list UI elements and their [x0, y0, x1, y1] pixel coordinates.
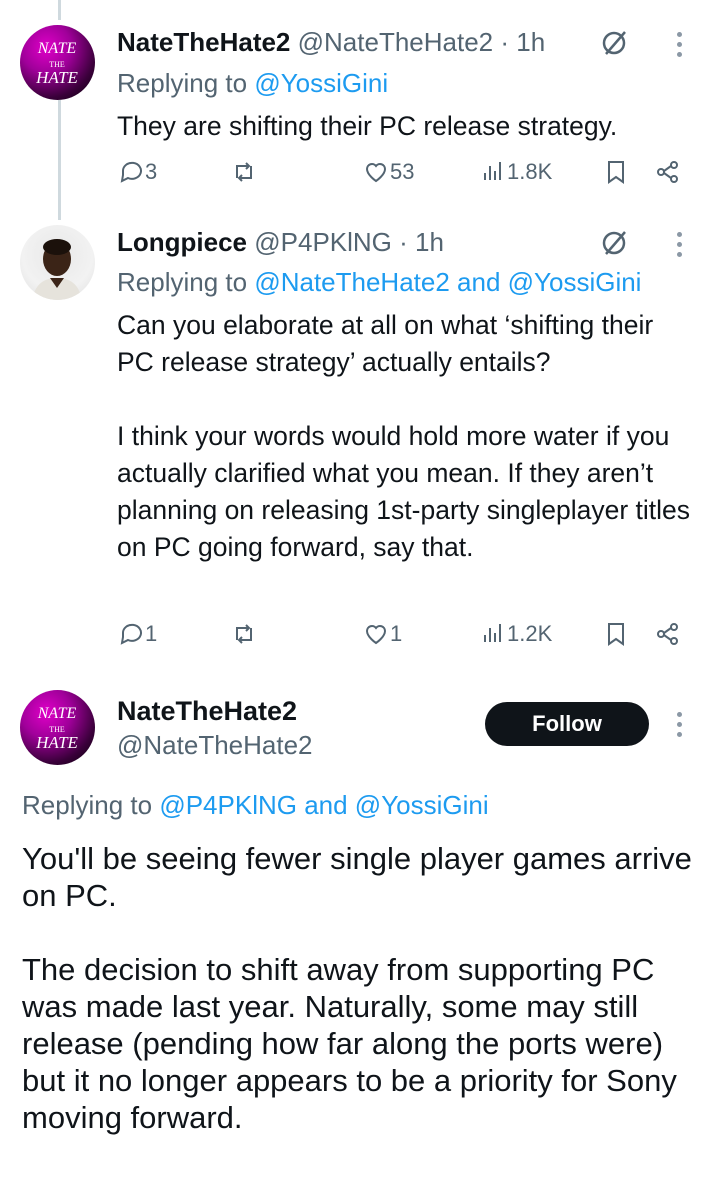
user-handle[interactable]: @NateTheHate2 [117, 730, 313, 761]
share-button[interactable] [654, 158, 682, 186]
avatar-logo-text-1: NATE [37, 40, 77, 57]
more-options-icon[interactable] [677, 232, 683, 258]
action-bar: 1 1 1.2K [117, 620, 697, 654]
like-count: 1 [390, 621, 403, 646]
tweet-text: Can you elaborate at all on what ‘shifti… [117, 310, 691, 562]
reply-count: 3 [145, 159, 158, 184]
replying-to: Replying to @NateTheHate2 and @YossiGini [117, 267, 641, 298]
views-icon [484, 162, 501, 180]
follow-button[interactable]: Follow [485, 702, 649, 746]
reply-button[interactable]: 3 [117, 158, 157, 186]
avatar-logo-text-3: HATE [35, 733, 78, 752]
tweet-header: NateTheHate2 @NateTheHate2 · 1h [117, 27, 545, 58]
share-button[interactable] [654, 620, 682, 648]
timestamp[interactable]: · 1h [500, 27, 545, 57]
bookmark-icon [608, 161, 624, 184]
share-icon [657, 161, 678, 183]
replying-to: Replying to @YossiGini [117, 68, 388, 99]
replying-to: Replying to @P4PKlNG and @YossiGini [22, 790, 489, 821]
more-options-icon[interactable] [677, 712, 683, 738]
repost-icon [236, 162, 252, 182]
repost-button[interactable] [230, 158, 258, 186]
user-handle[interactable]: @NateTheHate2 [298, 27, 494, 57]
replying-prefix: Replying to [117, 68, 255, 98]
views-count: 1.8K [507, 159, 553, 184]
bookmark-button[interactable] [602, 158, 630, 186]
repost-button[interactable] [230, 620, 258, 648]
heart-icon [365, 163, 387, 183]
bookmark-icon [608, 623, 624, 646]
reply-icon [120, 623, 142, 645]
reply-count: 1 [145, 621, 158, 646]
avatar[interactable]: NATE THE HATE [20, 25, 95, 100]
tweet-text: They are shifting their PC release strat… [117, 111, 618, 141]
avatar[interactable]: NATE THE HATE [20, 690, 95, 765]
reply-icon [120, 161, 142, 183]
reply-tweet-2[interactable]: Longpiece @P4PKlNG · 1h Replying to @Nat… [0, 210, 717, 670]
user-handle[interactable]: @P4PKlNG [254, 227, 392, 257]
more-options-icon[interactable] [677, 32, 683, 58]
grok-icon[interactable] [600, 228, 630, 258]
share-icon [657, 623, 678, 645]
replying-to-link[interactable]: @YossiGini [254, 68, 388, 98]
reply-tweet-1[interactable]: NATE THE HATE NateTheHate2 @NateTheHate2… [0, 0, 717, 210]
heart-icon [365, 625, 387, 645]
display-name[interactable]: Longpiece [117, 227, 247, 257]
action-bar: 3 53 1.8K [117, 158, 697, 192]
display-name[interactable]: NateTheHate2 [117, 27, 290, 57]
reply-button[interactable]: 1 [117, 620, 157, 648]
tweet-text: You'll be seeing fewer single player gam… [22, 841, 692, 1135]
avatar-logo-text-1: NATE [37, 705, 77, 722]
replying-to-link[interactable]: @NateTheHate2 and @YossiGini [254, 267, 641, 297]
replying-prefix: Replying to [117, 267, 255, 297]
tweet-header: Longpiece @P4PKlNG · 1h [117, 227, 444, 258]
display-name[interactable]: NateTheHate2 [117, 696, 297, 727]
views-icon [484, 624, 501, 642]
views-count: 1.2K [507, 621, 553, 646]
bookmark-button[interactable] [602, 620, 630, 648]
views-button[interactable]: 1.8K [479, 158, 552, 186]
avatar-logo-text-3: HATE [35, 68, 78, 87]
timestamp[interactable]: · 1h [399, 227, 444, 257]
replying-prefix: Replying to [22, 790, 160, 820]
repost-icon [236, 624, 252, 644]
replying-to-link[interactable]: @P4PKlNG and @YossiGini [159, 790, 488, 820]
like-count: 53 [390, 159, 415, 184]
grok-icon[interactable] [600, 28, 630, 58]
views-button[interactable]: 1.2K [479, 620, 552, 648]
like-button[interactable]: 1 [362, 620, 402, 648]
like-button[interactable]: 53 [362, 158, 414, 186]
avatar[interactable] [20, 225, 95, 300]
